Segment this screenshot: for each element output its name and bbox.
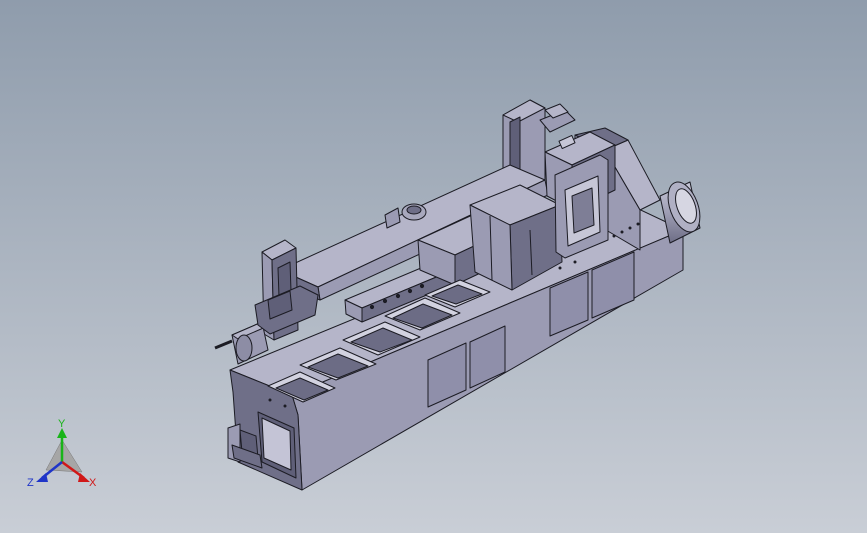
graphics-viewport[interactable]: Y X Z: [0, 0, 867, 533]
gear-head[interactable]: [544, 131, 616, 259]
x-axis-label: X: [89, 477, 97, 489]
z-axis-label: Z: [27, 477, 34, 489]
y-axis-label: Y: [58, 418, 66, 430]
viewport-canvas[interactable]: Y X Z: [0, 0, 867, 533]
